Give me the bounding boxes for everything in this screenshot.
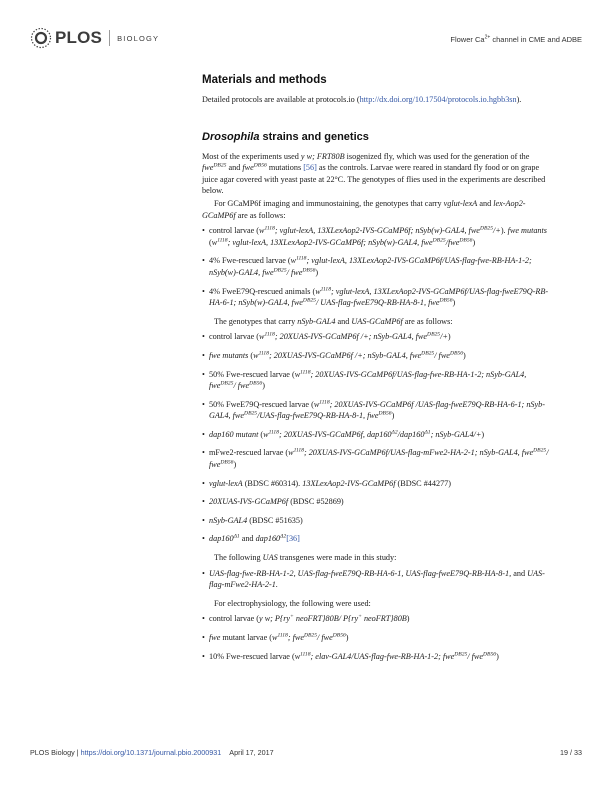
list-item: dap160Δ1 and dap160Δ2[36] xyxy=(202,533,554,545)
logo-divider xyxy=(109,30,111,46)
genotype-list: control larvae (w1118; vglut-lexA, 13XLe… xyxy=(202,225,554,309)
page-header: PLOS BIOLOGY Flower Ca2+ channel in CME … xyxy=(30,26,582,52)
list-item: dap160 mutant (w1118; 20XUAS-IVS-GCaMP6f… xyxy=(202,429,554,441)
paragraph: The following UAS transgenes were made i… xyxy=(214,553,397,563)
section-title: Materials and methods xyxy=(202,74,327,86)
citation-link[interactable]: [56] xyxy=(303,163,317,172)
plos-logo: PLOS BIOLOGY xyxy=(30,26,159,50)
footer-doi-link[interactable]: https://doi.org/10.1371/journal.pbio.200… xyxy=(81,748,222,757)
plos-logo-icon xyxy=(30,27,52,49)
list-item: 20XUAS-IVS-GCaMP6f (BDSC #52869) xyxy=(202,496,554,508)
list-item: nSyb-GAL4 (BDSC #51635) xyxy=(202,515,554,527)
running-title: Flower Ca2+ channel in CME and ADBE xyxy=(450,35,582,44)
list-item: 10% Fwe-rescued larvae (w1118; elav-GAL4… xyxy=(202,651,554,663)
citation-link[interactable]: [36] xyxy=(286,534,300,543)
footer-citation: PLOS Biology | https://doi.org/10.1371/j… xyxy=(30,748,274,757)
list-item: 4% FweE79Q-rescued animals (w1118; vglut… xyxy=(202,286,554,309)
list-item: fwe mutants (w1118; 20XUAS-IVS-GCaMP6f /… xyxy=(202,350,554,362)
list-item: 50% FweE79Q-rescued larvae (w1118; 20XUA… xyxy=(202,399,554,422)
subsection-title: Drosophila strains and genetics xyxy=(202,130,554,144)
protocols-link[interactable]: http://dx.doi.org/10.17504/protocols.io.… xyxy=(360,95,517,104)
running-title-pre: Flower Ca xyxy=(450,35,485,44)
methods-intro-post: ). xyxy=(516,95,522,104)
transgene-list: UAS-flag-fwe-RB-HA-1-2, UAS-flag-fweE79Q… xyxy=(202,568,554,591)
list-item: 4% Fwe-rescued larvae (w1118; vglut-lexA… xyxy=(202,255,554,278)
subsection-title-italic: Drosophila xyxy=(202,130,260,143)
electrophysiology-list: control larvae (y w; P{ry+ neoFRT}80B/ P… xyxy=(202,613,554,662)
genotype-list: control larvae (w1118; 20XUAS-IVS-GCaMP6… xyxy=(202,331,554,545)
list-item: vglut-lexA (BDSC #60314). 13XLexAop2-IVS… xyxy=(202,478,554,490)
logo-wordmark: PLOS xyxy=(55,28,103,47)
list-item: UAS-flag-fwe-RB-HA-1-2, UAS-flag-fweE79Q… xyxy=(202,568,554,591)
list-item: 50% Fwe-rescued larvae (w1118; 20XUAS-IV… xyxy=(202,369,554,392)
running-title-post: channel in CME and ADBE xyxy=(490,35,582,44)
footer-journal: PLOS Biology xyxy=(30,748,75,757)
paragraph: The genotypes that carry nSyb-GAL4 and U… xyxy=(214,316,453,326)
subsection-title-rest: strains and genetics xyxy=(259,130,369,143)
list-item: fwe mutant larvae (w1118; fweDB25/ fweDB… xyxy=(202,632,554,644)
paragraph: For GCaMP6f imaging and immunostaining, … xyxy=(202,198,526,220)
list-item: control larvae (y w; P{ry+ neoFRT}80B/ P… xyxy=(202,613,554,625)
paragraph: Most of the experiments used y w; FRT80B… xyxy=(202,151,546,196)
list-item: control larvae (w1118; vglut-lexA, 13XLe… xyxy=(202,225,554,248)
page-footer: PLOS Biology | https://doi.org/10.1371/j… xyxy=(30,748,582,762)
list-item: control larvae (w1118; 20XUAS-IVS-GCaMP6… xyxy=(202,331,554,343)
journal-name: BIOLOGY xyxy=(117,33,160,43)
page-number: 19 / 33 xyxy=(560,748,582,757)
main-column: Materials and methods Detailed protocols… xyxy=(202,73,554,669)
list-item: mFwe2-rescued larvae (w1118; 20XUAS-IVS-… xyxy=(202,447,554,470)
methods-intro-pre: Detailed protocols are available at prot… xyxy=(202,95,360,104)
paragraph: For electrophysiology, the following wer… xyxy=(214,598,371,608)
methods-intro: Detailed protocols are available at prot… xyxy=(202,94,554,106)
footer-date: April 17, 2017 xyxy=(229,748,274,757)
